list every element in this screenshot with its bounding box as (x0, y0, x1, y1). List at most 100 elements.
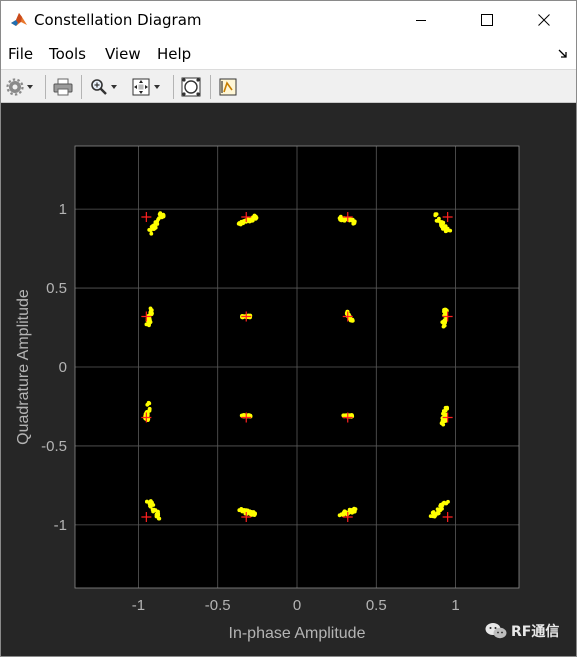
x-tick-label: 0.5 (366, 597, 387, 614)
settings-button[interactable] (6, 76, 33, 98)
y-tick-label: 1 (59, 201, 67, 218)
received-point (161, 212, 166, 217)
toolbar-separator (81, 75, 82, 99)
received-point (352, 509, 357, 514)
x-tick-label: 1 (451, 597, 459, 614)
close-button[interactable] (521, 1, 567, 39)
received-point (443, 224, 448, 228)
received-point (439, 220, 444, 225)
autoscale-icon (132, 78, 150, 96)
received-point (350, 318, 355, 323)
x-tick-label: 0 (293, 597, 301, 614)
minimize-button[interactable] (398, 1, 444, 39)
received-point (442, 323, 447, 328)
received-point (442, 419, 446, 424)
received-point (241, 413, 246, 418)
received-point (442, 319, 447, 323)
toolbar-separator (210, 75, 211, 99)
wechat-icon (485, 623, 507, 639)
dock-arrow-icon[interactable] (557, 48, 569, 60)
received-point (148, 504, 152, 508)
style-icon (219, 78, 237, 96)
menu-tools[interactable]: Tools (49, 45, 86, 63)
received-point (247, 510, 252, 515)
menu-bar: File Tools View Help (1, 39, 576, 69)
chevron-down-icon (111, 85, 117, 89)
received-point (155, 509, 160, 514)
received-point (438, 504, 443, 508)
toolbar-separator (173, 75, 174, 99)
reference-constellation-icon (181, 77, 201, 97)
style-button[interactable] (218, 76, 238, 98)
received-point (147, 323, 151, 328)
received-point (240, 509, 245, 514)
menu-view[interactable]: View (105, 45, 141, 63)
received-point (147, 406, 152, 411)
reference-constellation-button[interactable] (180, 76, 202, 98)
received-point (150, 224, 155, 228)
received-point (253, 214, 258, 219)
received-point (155, 219, 160, 224)
received-point (434, 212, 439, 216)
toolbar-separator (45, 75, 46, 99)
chevron-down-icon (154, 85, 160, 89)
x-tick-label: -1 (132, 597, 145, 614)
received-point (436, 511, 440, 516)
received-point (157, 212, 162, 217)
received-point (430, 510, 435, 515)
menu-file[interactable]: File (8, 45, 33, 63)
received-point (437, 216, 441, 221)
autoscale-button[interactable] (131, 76, 160, 98)
received-point (432, 514, 437, 519)
maximize-button[interactable] (464, 1, 510, 39)
x-axis-label: In-phase Amplitude (229, 625, 366, 642)
y-tick-label: 0.5 (46, 280, 67, 297)
maximize-icon (481, 14, 493, 26)
toolbar (1, 69, 576, 103)
received-point (441, 409, 446, 413)
chevron-down-icon (27, 85, 33, 89)
received-point (442, 500, 447, 505)
received-point (148, 318, 152, 323)
received-point (149, 231, 154, 236)
title-bar[interactable]: Constellation Diagram (1, 1, 576, 39)
received-point (443, 229, 448, 234)
zoom-icon (91, 79, 107, 95)
settings-icon (6, 78, 24, 96)
received-point (151, 503, 156, 507)
received-point (351, 221, 356, 226)
figure-area: -1 -0.5 0 0.5 1 1 0.5 0 -0.5 -1 In-phase Amplitude… (1, 103, 576, 656)
received-point (151, 509, 156, 514)
print-icon (53, 78, 73, 96)
menu-help[interactable]: Help (157, 45, 191, 63)
received-point (337, 513, 342, 518)
received-point (250, 218, 255, 223)
received-point (428, 514, 433, 518)
y-axis-label: Quadrature Amplitude (15, 289, 32, 445)
print-button[interactable] (53, 76, 73, 98)
watermark-text: RF通信 (511, 624, 560, 640)
window-title: Constellation Diagram (34, 11, 202, 29)
received-point (236, 221, 241, 226)
received-point (341, 510, 346, 515)
figure-window: Constellation Diagram File Tools View He… (0, 0, 577, 657)
matlab-logo-icon (11, 13, 27, 26)
minimize-icon (416, 20, 426, 21)
y-tick-label: -0.5 (41, 438, 67, 455)
constellation-plot[interactable]: -1 -0.5 0 0.5 1 1 0.5 0 -0.5 -1 In-phase Amplitude… (1, 103, 576, 656)
received-point (156, 513, 161, 518)
close-icon (538, 14, 550, 26)
x-tick-label: -0.5 (205, 597, 231, 614)
zoom-button[interactable] (90, 76, 117, 98)
watermark: RF通信 (485, 621, 559, 641)
received-point (145, 499, 149, 504)
received-point (147, 401, 152, 406)
received-point (252, 511, 256, 516)
received-point (148, 228, 153, 233)
y-tick-label: 0 (59, 359, 67, 376)
received-point (443, 309, 448, 314)
received-point (338, 217, 343, 222)
received-point (149, 309, 153, 313)
received-point (435, 507, 440, 512)
y-tick-label: -1 (54, 517, 67, 534)
